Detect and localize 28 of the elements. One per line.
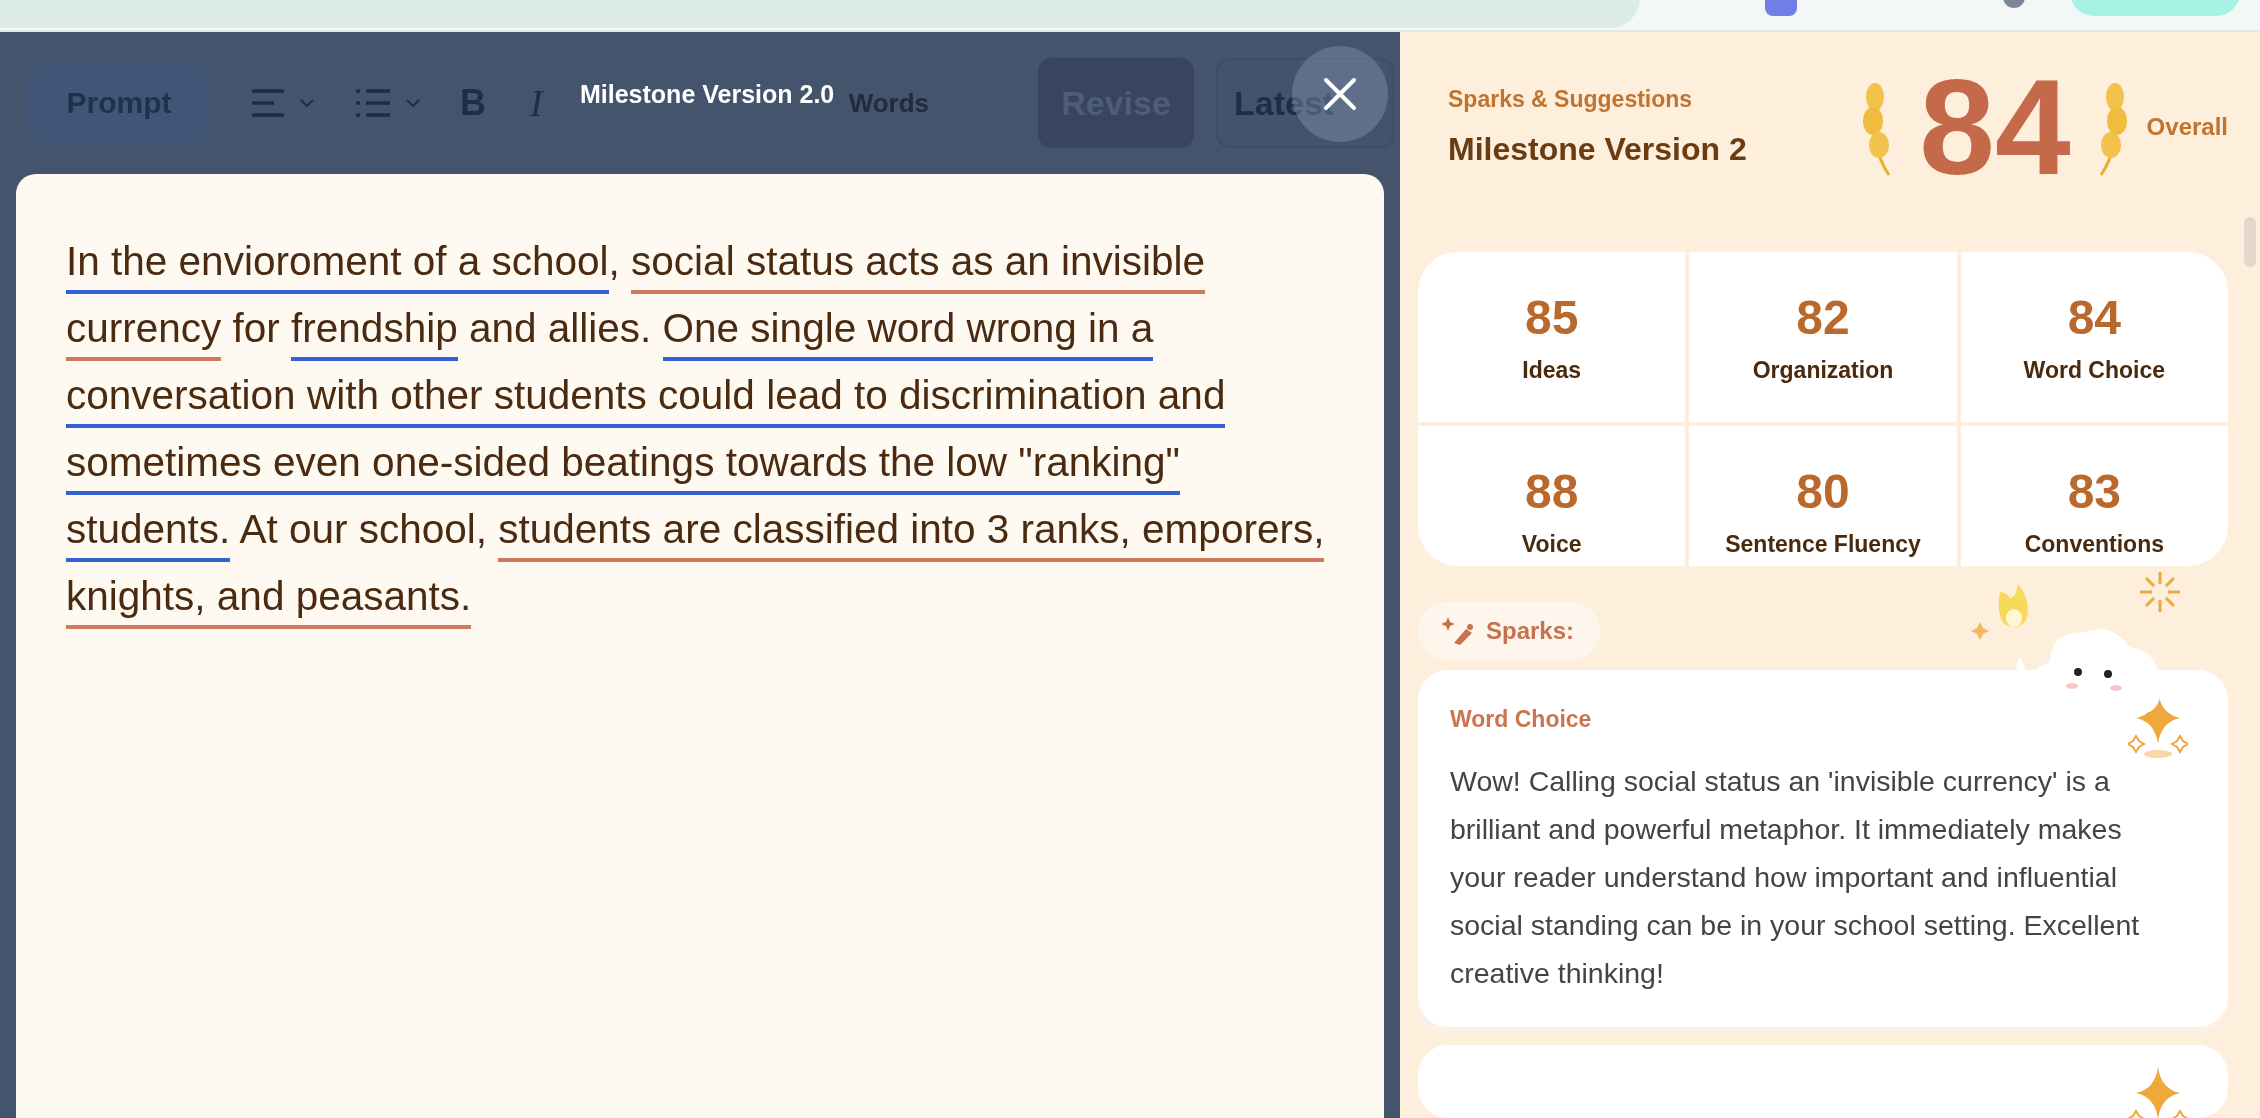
list-dropdown[interactable] xyxy=(354,88,420,118)
score-value: 82 xyxy=(1796,289,1850,345)
score-value: 85 xyxy=(1524,289,1579,345)
score-value: 84 xyxy=(2067,289,2121,345)
score-label: Sentence Fluency xyxy=(1725,530,1921,558)
score-label: Word Choice xyxy=(2023,356,2166,384)
score-value: 83 xyxy=(2067,463,2121,519)
panel-title: Milestone Version 2 xyxy=(1448,130,1747,168)
essay-text: In the envioroment of a school, social status acts as an invisible currency for frendship and allies. One single word wrong in a conversation with other students could lead to discrimination and sometimes even one-sided beatings towards the low "ranking" students. At our school, students are classified into 3 ranks, emporers, knights, and peasants. xyxy=(66,228,1334,630)
card-title: Word Choice xyxy=(1450,706,1593,733)
dialog-title: Milestone Version 2.0 xyxy=(580,80,835,109)
essay-editor[interactable] xyxy=(16,174,1384,1118)
score-value: 88 xyxy=(1524,463,1579,519)
sparks-label: Sparks: xyxy=(1486,616,1575,645)
panel-eyebrow: Sparks & Suggestions xyxy=(1448,85,1694,113)
align-dropdown[interactable] xyxy=(250,88,314,118)
score-label: Organization xyxy=(1752,356,1894,384)
score-value: 80 xyxy=(1796,463,1850,519)
caret-icon xyxy=(300,98,314,108)
app-icon[interactable] xyxy=(1765,0,1797,16)
score-label: Voice xyxy=(1521,530,1582,558)
caret-icon xyxy=(406,98,420,108)
card-body: Wow! Calling social status an 'invisible currency' is a brilliant and powerful metaphor. It immediately makes your reader understand how important and influential social standing can be in your school setting. Excellent creative thinking! xyxy=(1450,764,2141,991)
score-label: Ideas xyxy=(1522,356,1582,384)
overall-score: 84 xyxy=(1918,58,2072,195)
score-label: Conventions xyxy=(2024,530,2164,558)
overall-label: Overall xyxy=(2146,112,2228,141)
scrollbar-thumb[interactable] xyxy=(2244,217,2256,267)
